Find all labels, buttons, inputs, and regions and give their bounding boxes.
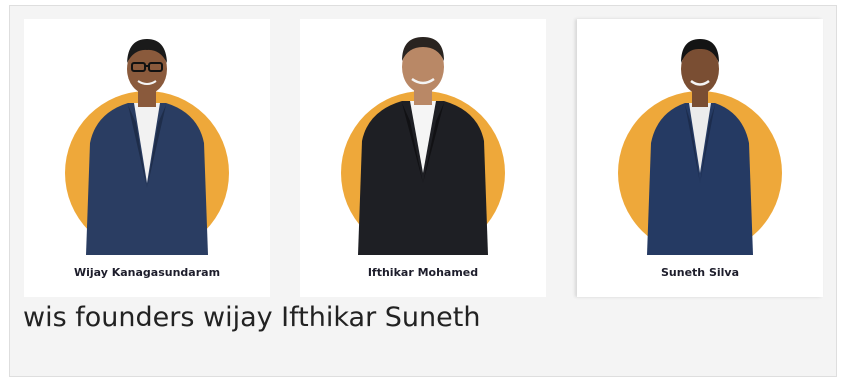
founders-figure: Wijay Kanagasundaram Ifthikar Mohamed Su… — [9, 5, 837, 377]
founder-name: Ifthikar Mohamed — [367, 266, 479, 279]
founder-name: Suneth Silva — [660, 266, 740, 279]
founder-photo-wijay — [65, 39, 229, 255]
founder-card-suneth: Suneth Silva — [577, 19, 823, 297]
founder-photo-suneth — [618, 39, 782, 255]
founder-photo-ifthikar — [341, 37, 505, 255]
image-caption: wis founders wijay Ifthikar Suneth — [23, 302, 481, 333]
founder-card-wijay: Wijay Kanagasundaram — [24, 19, 270, 297]
founder-card-ifthikar: Ifthikar Mohamed — [300, 19, 546, 297]
founder-name: Wijay Kanagasundaram — [73, 266, 221, 279]
